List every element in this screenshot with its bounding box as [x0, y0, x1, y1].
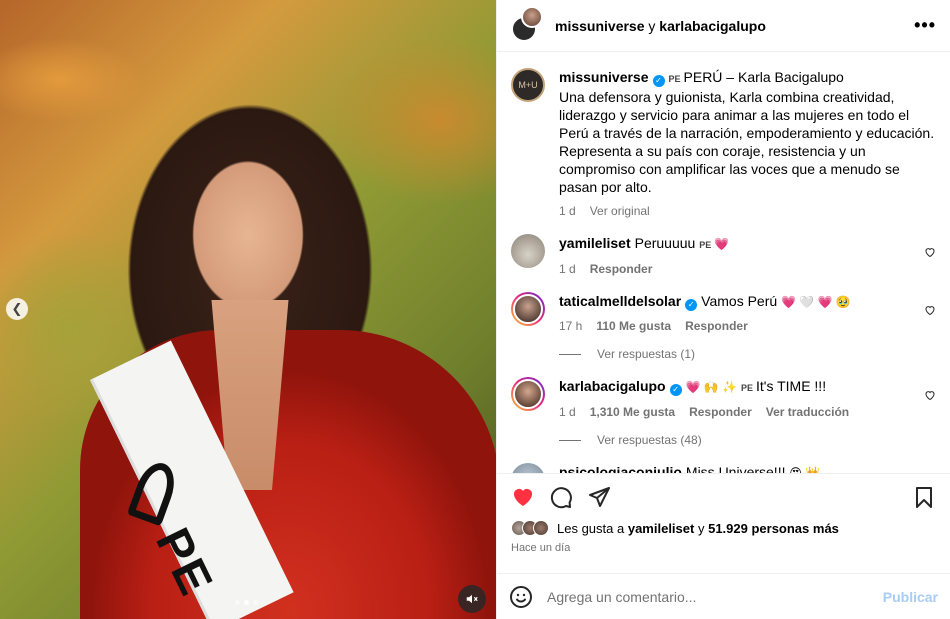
- bookmark-icon[interactable]: [912, 485, 936, 509]
- emoji-icon[interactable]: [509, 585, 533, 609]
- likes-mid: y: [697, 520, 705, 536]
- comment-text: It's TIME !!!: [756, 378, 827, 394]
- share-icon[interactable]: [587, 485, 611, 509]
- comment: taticalmelldelsolar ✓ Vamos Perú 💗 🤍 💗 🥹 1…: [511, 292, 936, 335]
- avatar[interactable]: [511, 234, 545, 268]
- view-replies-label: Ver respuestas (1): [597, 347, 696, 361]
- liker-link[interactable]: yamileliset: [628, 521, 695, 536]
- emoji: 💗: [714, 237, 730, 251]
- flag-icon: PE: [668, 74, 681, 84]
- caption: M+U missuniverse ✓ PE PERÚ – Karla Bacigalu…: [511, 68, 936, 220]
- liker-avatars: [511, 520, 549, 536]
- emoji: 💗 🤍 💗 🥹: [781, 295, 851, 309]
- carousel-dot: [253, 600, 258, 605]
- author-conjunction: y: [648, 17, 656, 34]
- username-link[interactable]: taticalmelldelsolar: [559, 293, 681, 309]
- comment-input[interactable]: Agrega un comentario...: [547, 589, 883, 605]
- avatar[interactable]: [511, 377, 545, 411]
- comment-text: Miss Universe!!!: [685, 464, 786, 473]
- author-link[interactable]: karlabacigalupo: [659, 18, 766, 34]
- avatar-logo-text: M+U: [518, 80, 538, 90]
- mute-button[interactable]: [458, 585, 486, 613]
- more-options-button[interactable]: •••: [914, 15, 936, 36]
- carousel-dots: [235, 600, 258, 605]
- username-link[interactable]: yamileliset: [559, 235, 631, 251]
- publish-button[interactable]: Publicar: [883, 589, 938, 605]
- username-link[interactable]: missuniverse: [559, 69, 649, 85]
- emoji: 💗 🙌 ✨: [685, 380, 738, 394]
- timestamp: 1 d: [559, 262, 576, 276]
- caption-title: PERÚ – Karla Bacigalupo: [683, 69, 844, 85]
- verified-badge-icon: ✓: [685, 299, 698, 311]
- flag-icon: PE: [699, 240, 712, 250]
- username-link[interactable]: karlabacigalupo: [559, 378, 666, 394]
- see-original-link[interactable]: Ver original: [590, 202, 650, 220]
- view-replies-button[interactable]: Ver respuestas (1): [559, 347, 936, 361]
- comment-text: Peruuuuu: [634, 235, 696, 251]
- avatar[interactable]: [511, 292, 545, 326]
- avatar: [521, 5, 543, 28]
- verified-badge-icon: ✓: [669, 384, 682, 396]
- carousel-dot-active: [244, 600, 249, 605]
- flag-icon: PE: [740, 383, 753, 393]
- like-comment-icon[interactable]: [924, 389, 936, 401]
- avatar[interactable]: [511, 463, 545, 473]
- avatar[interactable]: M+U: [511, 68, 545, 102]
- carousel-dot: [235, 600, 240, 605]
- comment-composer: Agrega un comentario... Publicar: [497, 573, 950, 619]
- post-sidebar: missuniverse y karlabacigalupo ••• M+U m…: [496, 0, 950, 619]
- author-link[interactable]: missuniverse: [555, 18, 645, 34]
- timestamp: 1 d: [559, 405, 576, 419]
- like-heart-icon[interactable]: [511, 485, 535, 509]
- comments-list[interactable]: M+U missuniverse ✓ PE PERÚ – Karla Bacigalu…: [497, 52, 950, 473]
- comment: yamileliset Peruuuuu PE 💗 1 d Responder: [511, 234, 936, 278]
- comment-icon[interactable]: [549, 485, 573, 509]
- verified-badge-icon: ✓: [652, 75, 665, 87]
- likes-count[interactable]: 1,310 Me gusta: [590, 403, 675, 421]
- speaker-muted-icon: [466, 594, 478, 604]
- previous-slide-button[interactable]: ❮: [6, 298, 28, 320]
- like-comment-icon[interactable]: [924, 246, 936, 258]
- view-replies-button[interactable]: Ver respuestas (48): [559, 433, 936, 447]
- comment: psicologiaconjulio Miss Universe!!! 😍 👑: [511, 463, 936, 473]
- likes-summary: Les gusta a yamileliset y 51.929 persona…: [511, 520, 936, 536]
- post-actions: Les gusta a yamileliset y 51.929 persona…: [497, 473, 950, 573]
- like-comment-icon[interactable]: [924, 304, 936, 316]
- chevron-left-icon: ❮: [11, 301, 23, 316]
- comment: karlabacigalupo ✓ 💗 🙌 ✨ PE It's TIME !!! 1 …: [511, 377, 936, 421]
- collab-avatars[interactable]: [511, 5, 543, 42]
- post-header: missuniverse y karlabacigalupo •••: [497, 0, 950, 52]
- likes-count-link[interactable]: 51.929 personas más: [708, 521, 839, 536]
- timestamp: 17 h: [559, 319, 583, 333]
- post-media[interactable]: PE ❮: [0, 0, 496, 619]
- reply-button[interactable]: Responder: [689, 403, 752, 421]
- post-authors: missuniverse y karlabacigalupo: [555, 18, 766, 34]
- post-time: Hace un día: [511, 542, 571, 554]
- timestamp: 1 d: [559, 204, 576, 218]
- reply-button[interactable]: Responder: [590, 260, 653, 278]
- translate-link[interactable]: Ver traducción: [766, 403, 849, 421]
- likes-prefix: Les gusta a: [557, 520, 625, 536]
- reply-button[interactable]: Responder: [685, 317, 748, 335]
- emoji: 😍 👑: [789, 466, 821, 473]
- likes-count[interactable]: 110 Me gusta: [596, 317, 671, 335]
- username-link[interactable]: psicologiaconjulio: [559, 464, 682, 473]
- comment-text: Vamos Perú: [701, 293, 778, 309]
- view-replies-label: Ver respuestas (48): [597, 433, 702, 447]
- caption-text: Una defensora y guionista, Karla combina…: [559, 89, 935, 195]
